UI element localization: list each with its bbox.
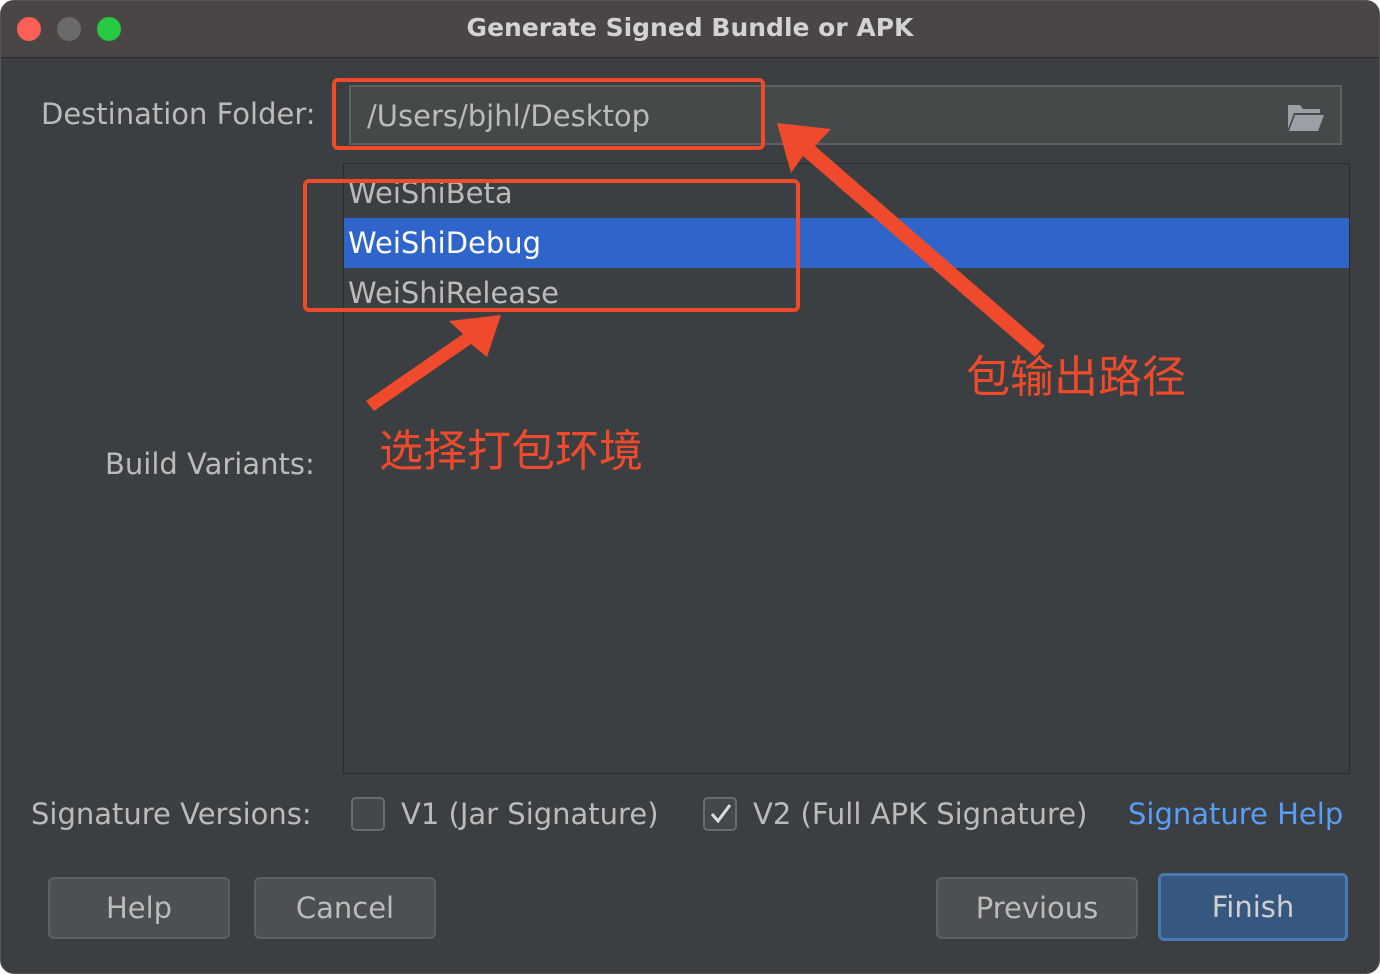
annotation-arrows [366,123,1045,411]
arrow-to-variants [366,315,501,411]
dialog-window: Generate Signed Bundle or APK Destinatio… [0,0,1380,974]
annotation-output-path: 包输出路径 [966,352,1186,403]
annotation-choose-env: 选择打包环境 [379,426,643,477]
arrow-to-destination [777,123,1045,357]
